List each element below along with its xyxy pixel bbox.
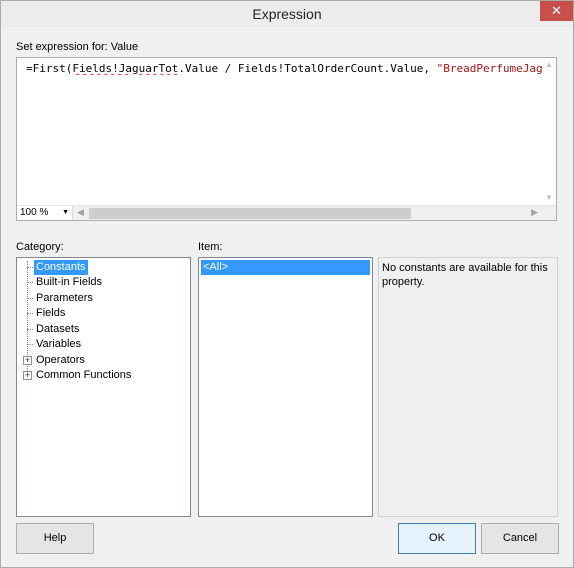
scroll-right-icon[interactable]: ▶ xyxy=(531,207,538,218)
tree-item-label: Parameters xyxy=(36,292,93,304)
expand-plus-icon[interactable]: + xyxy=(23,371,32,380)
tree-item-label: Operators xyxy=(36,354,85,366)
expression-dialog: Expression ✕ Set expression for: Value =… xyxy=(0,0,574,568)
code-field-jaguartot: Fields!JaguarTot xyxy=(72,62,179,75)
expression-code[interactable]: =First(Fields!JaguarTot.Value / Fields!T… xyxy=(26,62,546,75)
scroll-down-icon[interactable]: ▼ xyxy=(545,193,553,202)
item-label: Item: xyxy=(198,241,223,253)
category-label: Category: xyxy=(16,241,64,253)
list-item-all[interactable]: <All> xyxy=(201,260,370,275)
tree-item-label: Constants xyxy=(34,260,88,275)
tree-item-label: Fields xyxy=(36,307,66,319)
tree-item-label: Datasets xyxy=(36,323,80,335)
code-string-literal: "BreadPerfumeJaguar" xyxy=(436,62,546,75)
ok-button[interactable]: OK xyxy=(398,523,476,554)
chevron-down-icon: ▼ xyxy=(62,209,69,216)
cancel-button[interactable]: Cancel xyxy=(481,523,559,554)
expand-plus-icon[interactable]: + xyxy=(23,356,32,365)
tree-item-label: Common Functions xyxy=(36,369,132,381)
expression-label: Set expression for: Value xyxy=(16,41,139,53)
tree-item-label: Variables xyxy=(36,338,82,350)
close-button[interactable]: ✕ xyxy=(540,1,573,21)
category-tree[interactable]: Constants Built-in Fields Parameters Fie… xyxy=(16,257,191,517)
title-bar: Expression ✕ xyxy=(1,1,573,27)
tree-item-label: Built-in Fields xyxy=(36,276,103,288)
vertical-scrollbar[interactable]: ▲ ▼ xyxy=(542,58,556,205)
description-text: No constants are available for this prop… xyxy=(382,262,548,288)
help-button[interactable]: Help xyxy=(16,523,94,554)
expression-editor[interactable]: =First(Fields!JaguarTot.Value / Fields!T… xyxy=(16,57,557,221)
description-panel: No constants are available for this prop… xyxy=(378,257,558,517)
scroll-left-icon[interactable]: ◀ xyxy=(77,207,84,218)
close-icon: ✕ xyxy=(551,3,562,18)
horizontal-scroll-thumb[interactable] xyxy=(89,208,411,219)
scroll-up-icon[interactable]: ▲ xyxy=(545,60,553,69)
zoom-value: 100 % xyxy=(20,207,49,218)
editor-statusbar: 100 % ▼ ◀ ▶ xyxy=(17,205,556,220)
zoom-dropdown[interactable]: 100 % ▼ xyxy=(17,206,73,220)
item-list[interactable]: <All> xyxy=(198,257,373,517)
dialog-title: Expression xyxy=(252,6,322,22)
